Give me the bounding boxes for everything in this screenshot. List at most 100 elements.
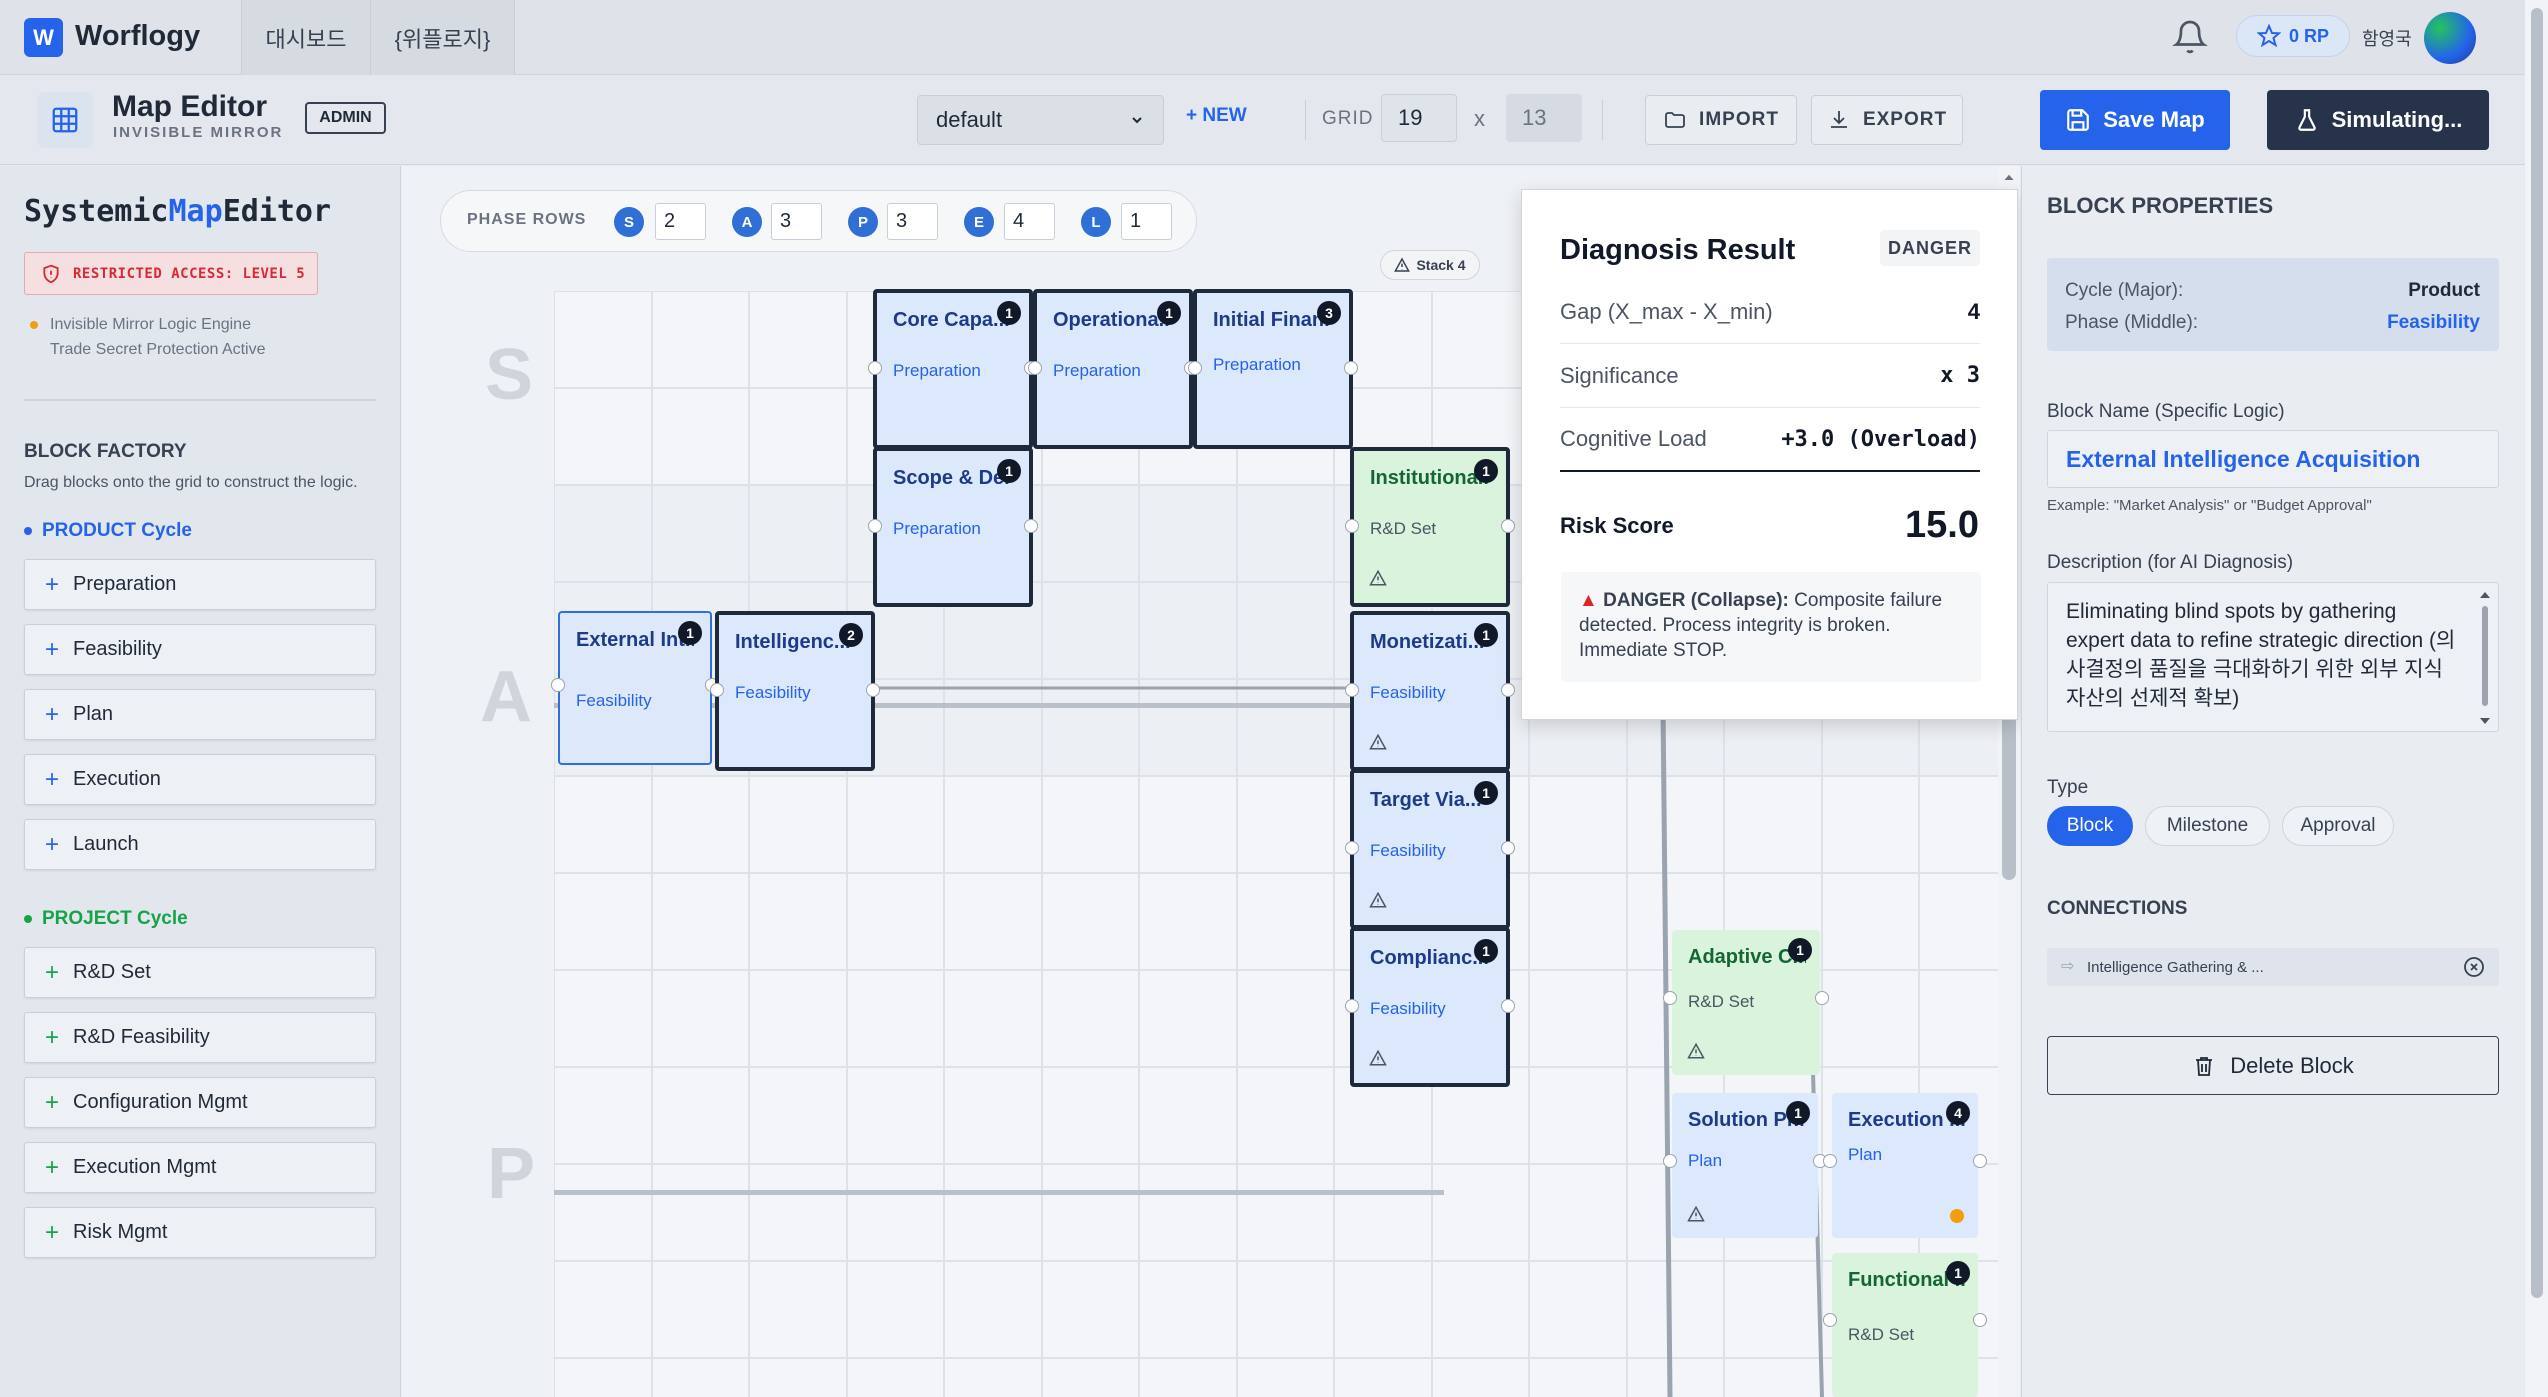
map-block[interactable]: Functional ... R&D Set 1 [1823, 1253, 1987, 1397]
map-block[interactable]: Adaptive C... R&D Set 1 [1663, 930, 1829, 1075]
map-block[interactable]: Solution Pr... Plan 1 [1663, 1093, 1827, 1238]
phase-row-input-s[interactable]: 2 [655, 203, 706, 240]
factory-item-launch[interactable]: + Launch [24, 819, 376, 870]
factory-item-rd-feasibility[interactable]: + R&D Feasibility [24, 1012, 376, 1063]
connection-port[interactable] [551, 678, 565, 692]
diagnosis-row-significance: Significance x 3 [1560, 344, 1980, 408]
phase-label: Phase (Middle): [2065, 312, 2199, 333]
map-block[interactable]: Scope & De... Preparation 1 [868, 447, 1038, 607]
map-block[interactable]: Target Via... Feasibility 1 [1345, 769, 1515, 929]
factory-item-feasibility[interactable]: + Feasibility [24, 624, 376, 675]
connection-port[interactable] [1345, 841, 1359, 855]
nav-tab-wiflogy[interactable]: {위플로지} [370, 0, 515, 75]
map-block[interactable]: Operationa... Preparation 1 [1028, 289, 1198, 449]
window-scrollbar-thumb[interactable] [2531, 8, 2543, 1298]
connection-port[interactable] [1973, 1313, 1987, 1327]
import-label: IMPORT [1699, 109, 1779, 130]
plus-icon: + [45, 1153, 60, 1181]
simulate-button[interactable]: Simulating... [2267, 90, 2489, 150]
connection-port[interactable] [1663, 1153, 1677, 1168]
type-option-block[interactable]: Block [2047, 806, 2133, 846]
description-scrollbar[interactable] [2478, 588, 2492, 728]
connection-port[interactable] [1501, 683, 1515, 697]
type-label: Type [2047, 777, 2089, 798]
restricted-access-banner: RESTRICTED ACCESS: LEVEL 5 [24, 252, 318, 295]
map-block[interactable]: Intelligenc... Feasibility 2 [710, 611, 880, 771]
phase-row-input-a[interactable]: 3 [771, 203, 822, 240]
map-block[interactable]: Initial Finan... Preparation 3 [1188, 289, 1358, 449]
connection-port[interactable] [1501, 519, 1515, 533]
connection-port[interactable] [1973, 1153, 1987, 1168]
warning-icon [1687, 1042, 1705, 1059]
remove-connection-icon[interactable] [2462, 955, 2486, 979]
map-block[interactable]: External Int... Feasibility 1 [551, 611, 719, 765]
connection-port[interactable] [1345, 519, 1359, 533]
reward-points-value: 0 RP [2288, 25, 2330, 46]
map-block[interactable]: Monetizati... Feasibility 1 [1345, 611, 1515, 771]
map-block[interactable]: Core Capa... Preparation 1 [868, 289, 1038, 449]
export-button[interactable]: EXPORT [1811, 95, 1963, 145]
connection-port[interactable] [868, 519, 882, 533]
phase-row-input-l[interactable]: 1 [1121, 203, 1172, 240]
phase-row-badge-s: S [614, 207, 644, 237]
connection-port[interactable] [1823, 1313, 1837, 1327]
connection-port[interactable] [866, 683, 880, 697]
phase-row-input-e[interactable]: 4 [1004, 203, 1055, 240]
factory-item-execution-mgmt[interactable]: + Execution Mgmt [24, 1142, 376, 1193]
diagnosis-status-badge: DANGER [1880, 230, 1980, 266]
connection-label: Intelligence Gathering & ... [2087, 958, 2264, 976]
bell-icon[interactable] [2172, 18, 2208, 56]
grid-cols-input[interactable]: 19 [1381, 94, 1457, 142]
block-name-input[interactable]: External Intelligence Acquisition [2047, 430, 2499, 488]
risk-score-value: 15.0 [1905, 504, 1979, 546]
scroll-up-arrow-icon[interactable] [2000, 168, 2018, 186]
delete-block-button[interactable]: Delete Block [2047, 1036, 2499, 1095]
connection-port[interactable] [1024, 519, 1038, 533]
connection-port[interactable] [710, 683, 724, 697]
map-block[interactable]: Institutiona... R&D Set 1 [1345, 447, 1515, 607]
type-option-approval[interactable]: Approval [2282, 806, 2394, 846]
connection-port[interactable] [868, 361, 882, 375]
grid-rows-input[interactable]: 13 [1506, 94, 1582, 142]
type-option-milestone[interactable]: Milestone [2145, 806, 2270, 846]
save-map-button[interactable]: Save Map [2040, 90, 2230, 150]
block-phase: Feasibility [1370, 683, 1446, 702]
connection-port[interactable] [1663, 990, 1677, 1005]
factory-item-preparation[interactable]: + Preparation [24, 559, 376, 610]
factory-item-plan[interactable]: + Plan [24, 689, 376, 740]
phase-row-badge-p: P [848, 207, 878, 237]
connection-port[interactable] [1501, 999, 1515, 1013]
map-select[interactable]: default [917, 95, 1164, 145]
factory-item-execution[interactable]: + Execution [24, 754, 376, 805]
connection-port[interactable] [1344, 361, 1358, 375]
block-name-hint: Example: "Market Analysis" or "Budget Ap… [2047, 497, 2372, 514]
simulate-label: Simulating... [2331, 107, 2463, 132]
block-count-badge: 1 [997, 301, 1021, 325]
reward-points-badge[interactable]: 0 RP [2236, 15, 2350, 57]
connection-port[interactable] [1028, 361, 1042, 375]
connection-port[interactable] [1345, 683, 1359, 697]
connection-port[interactable] [1815, 990, 1829, 1005]
block-count-badge: 2 [839, 623, 863, 647]
avatar[interactable] [2424, 12, 2476, 64]
connection-port[interactable] [1188, 361, 1202, 375]
block-name: Institutiona... [1370, 467, 1488, 489]
nav-tab-dashboard[interactable]: 대시보드 [241, 0, 370, 75]
import-button[interactable]: IMPORT [1645, 95, 1797, 145]
connection-port[interactable] [1501, 841, 1515, 855]
app-name[interactable]: Worflogy [75, 20, 200, 53]
grid-label: GRID [1322, 108, 1374, 129]
description-textarea[interactable]: Eliminating blind spots by gathering exp… [2047, 582, 2499, 732]
new-map-button[interactable]: + NEW [1186, 105, 1247, 127]
factory-item-risk-mgmt[interactable]: + Risk Mgmt [24, 1207, 376, 1258]
connection-port[interactable] [1345, 999, 1359, 1013]
app-logo-icon[interactable]: W [24, 18, 63, 57]
block-factory-title: BLOCK FACTORY [24, 441, 187, 462]
block-count-badge: 1 [1474, 623, 1498, 647]
connection-port[interactable] [1823, 1153, 1837, 1168]
plus-icon: + [45, 635, 60, 663]
factory-item-rd-set[interactable]: + R&D Set [24, 947, 376, 998]
map-block[interactable]: Complianc... Feasibility 1 [1345, 927, 1515, 1087]
phase-row-input-p[interactable]: 3 [887, 203, 938, 240]
factory-item-configuration-mgmt[interactable]: + Configuration Mgmt [24, 1077, 376, 1128]
